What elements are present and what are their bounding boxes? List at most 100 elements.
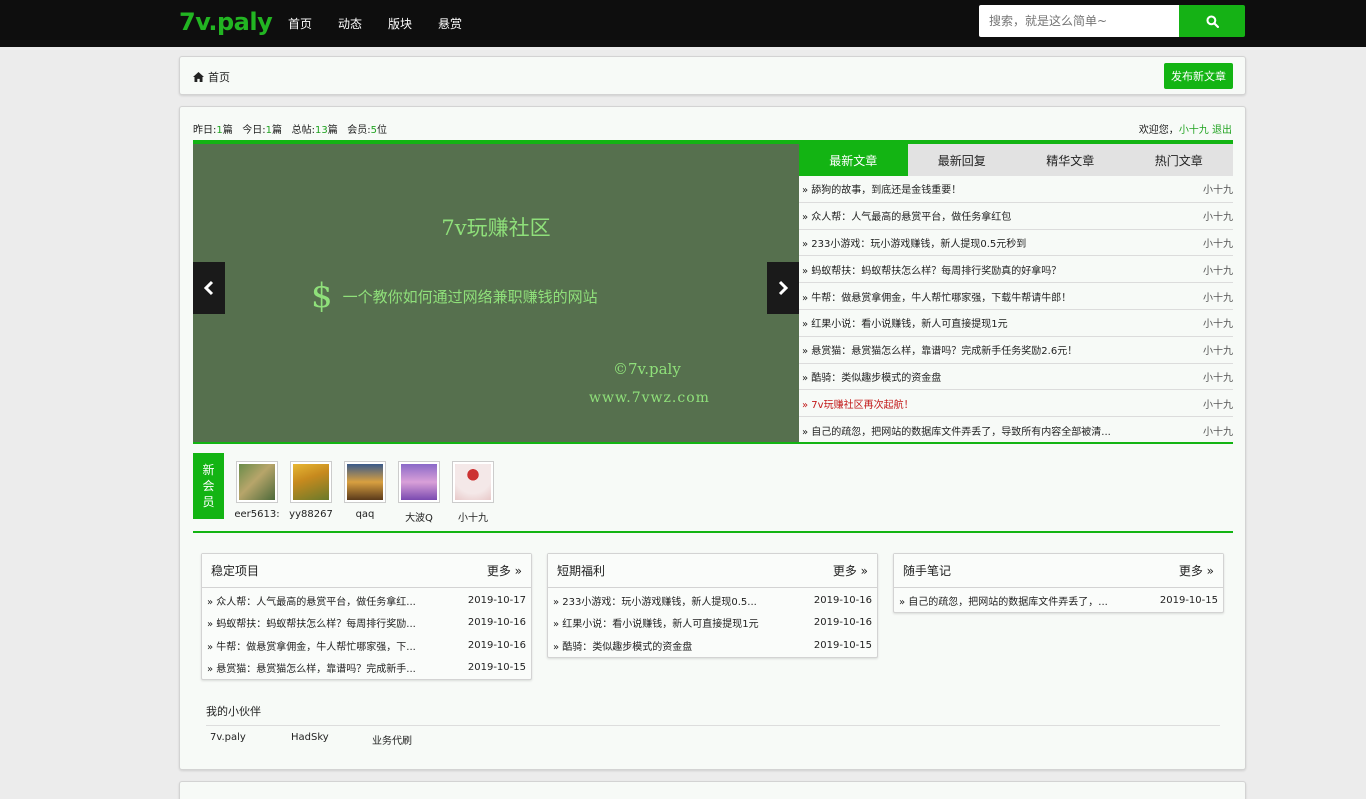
nav-home[interactable]: 首页 — [288, 15, 338, 32]
member-name[interactable]: eer5613: — [233, 509, 281, 520]
post-title[interactable]: » 自己的疏忽，把网站的数据库文件弄丢了，... — [899, 593, 1108, 608]
more-link[interactable]: 更多 » — [1179, 562, 1214, 579]
list-item[interactable]: » 7v玩赚社区再次起航！ 小十九 — [799, 390, 1233, 418]
nav-boards[interactable]: 版块 — [388, 15, 438, 32]
search-input[interactable] — [979, 5, 1179, 37]
slide-next-button[interactable] — [767, 262, 799, 314]
member-name[interactable]: 小十九 — [449, 509, 497, 524]
partner-link[interactable]: HadSky — [291, 732, 372, 747]
post-date: 2019-10-15 — [1159, 594, 1218, 606]
article-title[interactable]: » 红果小说：看小说赚钱，新人可直接提现1元 — [802, 315, 1008, 330]
table-row[interactable]: » 酷骑：类似趣步模式的资金盘 2019-10-15 — [548, 634, 877, 657]
table-row[interactable]: » 233小游戏：玩小游戏赚钱，新人提现0.5... 2019-10-16 — [548, 589, 877, 612]
article-author[interactable]: 小十九 — [1203, 289, 1233, 304]
table-row[interactable]: » 牛帮：做悬赏拿佣金，牛人帮忙哪家强，下... 2019-10-16 — [202, 634, 531, 657]
list-item[interactable]: » 舔狗的故事，到底还是金钱重要！ 小十九 — [799, 176, 1233, 203]
panel-title[interactable]: 随手笔记 — [903, 562, 951, 579]
breadcrumb-home[interactable]: 首页 — [193, 69, 230, 85]
post-title[interactable]: » 233小游戏：玩小游戏赚钱，新人提现0.5... — [553, 593, 757, 608]
search-button[interactable] — [1179, 5, 1245, 37]
post-title[interactable]: » 酷骑：类似趣步模式的资金盘 — [553, 638, 692, 653]
avatar[interactable] — [452, 461, 494, 503]
member-item[interactable]: qaq — [344, 461, 386, 520]
article-author[interactable]: 小十九 — [1203, 262, 1233, 277]
more-link[interactable]: 更多 » — [487, 562, 522, 579]
table-row[interactable]: » 自己的疏忽，把网站的数据库文件弄丢了，... 2019-10-15 — [894, 589, 1223, 612]
post-title[interactable]: » 悬赏猫：悬赏猫怎么样，靠谱吗？完成新手... — [207, 660, 416, 675]
post-date: 2019-10-16 — [467, 639, 526, 651]
list-item[interactable]: » 酷骑：类似趣步模式的资金盘 小十九 — [799, 364, 1233, 391]
site-logo[interactable]: 7v.paly — [179, 8, 273, 36]
table-row[interactable]: » 众人帮：人气最高的悬赏平台，做任务拿红... 2019-10-17 — [202, 589, 531, 612]
avatar[interactable] — [236, 461, 278, 503]
article-author[interactable]: 小十九 — [1203, 423, 1233, 438]
post-new-article-button[interactable]: 发布新文章 — [1164, 63, 1233, 89]
top-navbar: 7v.paly 首页 动态 版块 悬赏 — [0, 0, 1366, 47]
list-item[interactable]: » 蚂蚁帮扶：蚂蚁帮扶怎么样？每周排行奖励真的好拿吗？ 小十九 — [799, 256, 1233, 284]
list-item[interactable]: » 众人帮：人气最高的悬赏平台，做任务拿红包 小十九 — [799, 203, 1233, 230]
search-box — [979, 5, 1245, 37]
nav-activity[interactable]: 动态 — [338, 15, 388, 32]
post-title[interactable]: » 众人帮：人气最高的悬赏平台，做任务拿红... — [207, 593, 416, 608]
panel-title[interactable]: 短期福利 — [557, 562, 605, 579]
avatar[interactable] — [290, 461, 332, 503]
member-name[interactable]: qaq — [341, 509, 389, 520]
article-author[interactable]: 小十九 — [1203, 315, 1233, 330]
more-link[interactable]: 更多 » — [833, 562, 868, 579]
article-title[interactable]: » 众人帮：人气最高的悬赏平台，做任务拿红包 — [802, 208, 1011, 223]
post-title[interactable]: » 牛帮：做悬赏拿佣金，牛人帮忙哪家强，下... — [207, 638, 416, 653]
list-item[interactable]: » 红果小说：看小说赚钱，新人可直接提现1元 小十九 — [799, 310, 1233, 337]
panel-header: 随手笔记 更多 » — [894, 554, 1223, 588]
article-author[interactable]: 小十九 — [1203, 181, 1233, 196]
list-item[interactable]: » 悬赏猫：悬赏猫怎么样，靠谱吗？完成新手任务奖励2.6元！ 小十九 — [799, 337, 1233, 364]
article-title[interactable]: » 酷骑：类似趣步模式的资金盘 — [802, 369, 941, 384]
partners-title: 我的小伙伴 — [206, 703, 1220, 726]
search-icon — [1205, 14, 1219, 28]
table-row[interactable]: » 红果小说：看小说赚钱，新人可直接提现1元 2019-10-16 — [548, 612, 877, 635]
logout-link[interactable]: 退出 — [1212, 125, 1232, 136]
list-item[interactable]: » 牛帮：做悬赏拿佣金，牛人帮忙哪家强，下载牛帮请牛郎！ 小十九 — [799, 283, 1233, 310]
banner-area: 7v玩赚社区 $ 一个教你如何通过网络兼职赚钱的网站 ©7v.paly www.… — [193, 140, 1233, 444]
partner-link[interactable]: 业务代刷 — [372, 732, 453, 747]
member-name[interactable]: yy88267 — [287, 509, 335, 520]
table-row[interactable]: » 悬赏猫：悬赏猫怎么样，靠谱吗？完成新手... 2019-10-15 — [202, 657, 531, 680]
avatar[interactable] — [398, 461, 440, 503]
list-item[interactable]: » 233小游戏：玩小游戏赚钱，新人提现0.5元秒到 小十九 — [799, 230, 1233, 257]
article-title[interactable]: » 自己的疏忽，把网站的数据库文件弄丢了，导致所有内容全部被清... — [802, 423, 1111, 438]
list-item[interactable]: » 自己的疏忽，把网站的数据库文件弄丢了，导致所有内容全部被清... 小十九 — [799, 417, 1233, 444]
article-title[interactable]: » 牛帮：做悬赏拿佣金，牛人帮忙哪家强，下载牛帮请牛郎！ — [802, 289, 1071, 304]
panel-title[interactable]: 稳定项目 — [211, 562, 259, 579]
member-item[interactable]: yy88267 — [287, 461, 335, 520]
article-title[interactable]: » 蚂蚁帮扶：蚂蚁帮扶怎么样？每周排行奖励真的好拿吗？ — [802, 262, 1061, 277]
tab-hot-articles[interactable]: 热门文章 — [1125, 144, 1234, 176]
main-nav: 首页 动态 版块 悬赏 — [288, 15, 488, 32]
member-item[interactable]: 大波Q — [398, 461, 440, 524]
article-title[interactable]: » 舔狗的故事，到底还是金钱重要！ — [802, 181, 961, 196]
label-char: 员 — [202, 495, 215, 509]
member-name[interactable]: 大波Q — [395, 509, 443, 524]
article-author[interactable]: 小十九 — [1203, 396, 1233, 411]
nav-bounty[interactable]: 悬赏 — [438, 15, 488, 32]
article-author[interactable]: 小十九 — [1203, 342, 1233, 357]
stat-total: 13 — [314, 125, 328, 136]
avatar[interactable] — [344, 461, 386, 503]
new-members-section: 新 会 员 eer5613: yy88267 qaq 大波Q 小十九 — [193, 453, 1233, 533]
post-title[interactable]: » 蚂蚁帮扶：蚂蚁帮扶怎么样？每周排行奖励... — [207, 615, 416, 630]
member-item[interactable]: 小十九 — [452, 461, 494, 524]
article-title[interactable]: » 233小游戏：玩小游戏赚钱，新人提现0.5元秒到 — [802, 235, 1026, 250]
article-author[interactable]: 小十九 — [1203, 369, 1233, 384]
tab-latest-articles[interactable]: 最新文章 — [799, 144, 908, 176]
article-author[interactable]: 小十九 — [1203, 235, 1233, 250]
table-row[interactable]: » 蚂蚁帮扶：蚂蚁帮扶怎么样？每周排行奖励... 2019-10-16 — [202, 612, 531, 635]
tab-latest-replies[interactable]: 最新回复 — [908, 144, 1017, 176]
post-title[interactable]: » 红果小说：看小说赚钱，新人可直接提现1元 — [553, 615, 759, 630]
member-item[interactable]: eer5613: — [233, 461, 281, 520]
banner-slide[interactable]: 7v玩赚社区 $ 一个教你如何通过网络兼职赚钱的网站 ©7v.paly www.… — [193, 144, 799, 442]
article-author[interactable]: 小十九 — [1203, 208, 1233, 223]
tab-featured-articles[interactable]: 精华文章 — [1016, 144, 1125, 176]
article-title[interactable]: » 悬赏猫：悬赏猫怎么样，靠谱吗？完成新手任务奖励2.6元！ — [802, 342, 1077, 357]
slide-prev-button[interactable] — [193, 262, 225, 314]
article-title[interactable]: » 7v玩赚社区再次起航！ — [802, 396, 914, 411]
partner-link[interactable]: 7v.paly — [210, 732, 291, 747]
current-user-link[interactable]: 小十九 — [1179, 125, 1209, 136]
